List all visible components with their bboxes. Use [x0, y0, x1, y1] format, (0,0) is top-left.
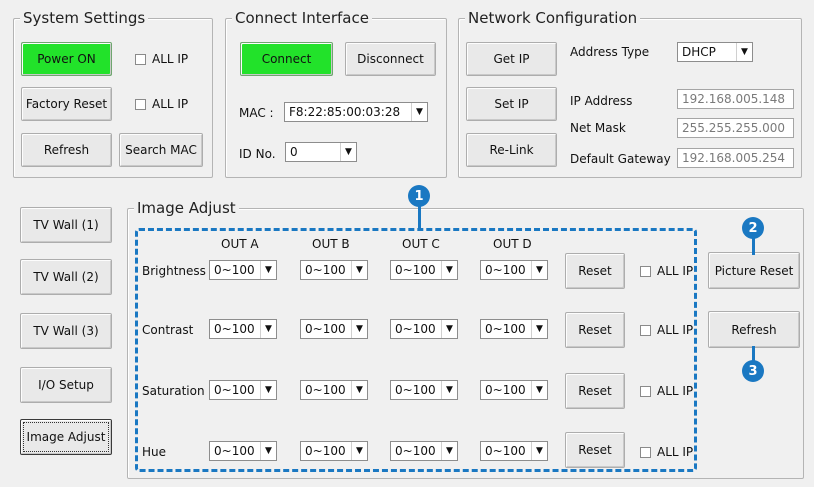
address-type-label: Address Type	[570, 45, 650, 59]
ip-address-field[interactable]: 192.168.005.148	[677, 89, 794, 109]
chevron-down-icon[interactable]: ▼	[736, 43, 752, 61]
mac-value: F8:22:85:00:03:28	[289, 105, 401, 119]
disconnect-button[interactable]: Disconnect	[345, 42, 436, 76]
id-no-select[interactable]: 0 ▼	[285, 142, 357, 162]
relink-button[interactable]: Re-Link	[466, 133, 557, 167]
set-ip-button[interactable]: Set IP	[466, 87, 557, 121]
image-adjust-title: Image Adjust	[134, 198, 239, 218]
mac-label: MAC :	[239, 106, 274, 120]
callout-1-highlight-box	[135, 228, 697, 472]
all-ip-checkbox-factory[interactable]: ALL IP	[135, 97, 188, 111]
factory-reset-button[interactable]: Factory Reset	[21, 87, 112, 121]
chevron-down-icon[interactable]: ▼	[411, 103, 427, 121]
network-configuration-title: Network Configuration	[465, 8, 641, 28]
address-type-value: DHCP	[682, 45, 716, 59]
callout-2-leader-line	[752, 237, 755, 255]
tv-wall-2-button[interactable]: TV Wall (2)	[20, 259, 112, 295]
ip-address-label: IP Address	[570, 94, 633, 108]
mac-select[interactable]: F8:22:85:00:03:28 ▼	[284, 102, 428, 122]
callout-1-leader-line	[418, 206, 421, 230]
image-adjust-refresh-button[interactable]: Refresh	[708, 311, 800, 348]
default-gateway-field[interactable]: 192.168.005.254	[677, 148, 794, 168]
default-gateway-label: Default Gateway	[570, 152, 671, 166]
refresh-button[interactable]: Refresh	[21, 133, 112, 167]
callout-2-marker: 2	[742, 217, 764, 239]
tv-wall-1-button[interactable]: TV Wall (1)	[20, 207, 112, 243]
tv-wall-3-button[interactable]: TV Wall (3)	[20, 313, 112, 349]
checkbox-box[interactable]	[135, 53, 146, 65]
net-mask-field[interactable]: 255.255.255.000	[677, 118, 794, 138]
get-ip-button[interactable]: Get IP	[466, 42, 557, 76]
power-on-button[interactable]: Power ON	[21, 42, 112, 76]
search-mac-button[interactable]: Search MAC	[119, 133, 203, 167]
connect-interface-title: Connect Interface	[232, 8, 372, 28]
chevron-down-icon[interactable]: ▼	[340, 143, 356, 161]
id-no-label: ID No.	[239, 147, 276, 161]
picture-reset-button[interactable]: Picture Reset	[708, 252, 800, 289]
io-setup-button[interactable]: I/O Setup	[20, 367, 112, 403]
callout-3-marker: 3	[742, 360, 764, 382]
address-type-select[interactable]: DHCP ▼	[677, 42, 753, 62]
checkbox-box[interactable]	[135, 98, 146, 110]
callout-1-marker: 1	[408, 185, 430, 207]
connect-button[interactable]: Connect	[240, 42, 333, 76]
all-ip-label: ALL IP	[152, 97, 189, 111]
all-ip-checkbox-power[interactable]: ALL IP	[135, 52, 188, 66]
image-adjust-nav-button[interactable]: Image Adjust	[20, 419, 112, 455]
system-settings-title: System Settings	[20, 8, 149, 28]
net-mask-label: Net Mask	[570, 121, 626, 135]
all-ip-label: ALL IP	[152, 52, 189, 66]
id-no-value: 0	[290, 145, 298, 159]
